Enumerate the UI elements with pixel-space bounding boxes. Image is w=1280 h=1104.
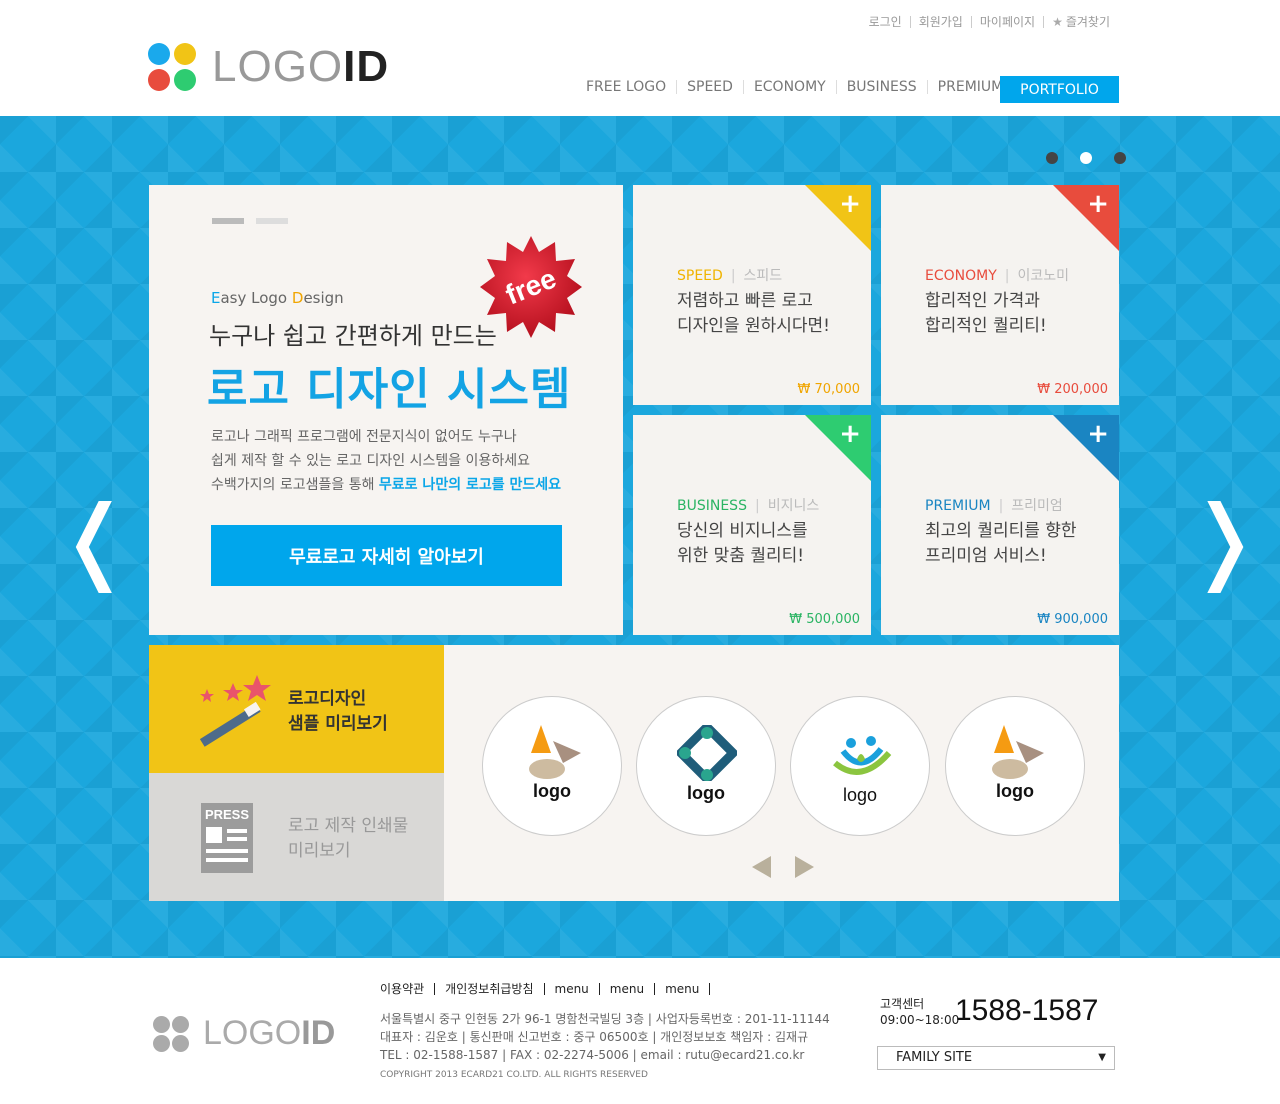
- footer-logo[interactable]: LOGOID: [153, 1014, 335, 1053]
- logo-sample-3[interactable]: logo: [790, 696, 930, 836]
- nav-business[interactable]: BUSINESS: [835, 80, 927, 94]
- bookmark-label: 즐겨찾기: [1065, 15, 1110, 29]
- bookmark-link[interactable]: ★ 즐겨찾기: [1043, 16, 1118, 28]
- card-business[interactable]: + BUSINESS | 비지니스 당신의 비지니스를 위한 맞춤 퀄리티! ₩ 50…: [633, 415, 871, 635]
- slide-dot-3[interactable]: [1114, 152, 1126, 164]
- slide-indicators: [1046, 152, 1126, 164]
- nav-free-logo[interactable]: FREE LOGO: [576, 80, 676, 94]
- footer-menu-link[interactable]: menu: [610, 983, 656, 995]
- nav-economy[interactable]: ECONOMY: [742, 80, 836, 94]
- footer-logo-mark-icon: [153, 1015, 189, 1052]
- logo-sample-4[interactable]: logo: [945, 696, 1085, 836]
- join-link[interactable]: 회원가입: [909, 16, 971, 28]
- carousel-next-icon[interactable]: [795, 856, 814, 878]
- footer-menu-link[interactable]: menu: [555, 983, 600, 995]
- mypage-link[interactable]: 마이페이지: [970, 16, 1043, 28]
- logo-sample-icon: [529, 725, 581, 779]
- logo-sample-1[interactable]: logo: [482, 696, 622, 836]
- card-price: ₩ 200,000: [1037, 382, 1108, 397]
- card-price: ₩ 70,000: [797, 382, 860, 397]
- press-icon: PRESS: [201, 803, 253, 873]
- card-speed[interactable]: + SPEED | 스피드 저렴하고 빠른 로고 디자인을 원하시다면! ₩ 70,0…: [633, 185, 871, 405]
- slide-dot-1[interactable]: [1046, 152, 1058, 164]
- site-header: 로그인 회원가입 마이페이지 ★ 즐겨찾기 LOGOID FREE LOGO SP…: [0, 0, 1280, 116]
- footer-links: 이용약관 개인정보취급방침 menu menu menu: [380, 983, 720, 995]
- footer-menu-link[interactable]: menu: [665, 983, 711, 995]
- logo-sample-icon: [677, 725, 737, 781]
- card-economy[interactable]: + ECONOMY | 이코노미 합리적인 가격과 합리적인 퀄리티! ₩ 200,0…: [881, 185, 1119, 405]
- prev-slide-icon[interactable]: ❬: [56, 494, 133, 586]
- hero-description: 로고나 그래픽 프로그램에 전문지식이 없어도 누구나 쉽게 제작 할 수 있는…: [211, 429, 561, 493]
- customer-center-label: 고객센터 09:00~18:00: [880, 997, 960, 1027]
- plus-icon[interactable]: +: [839, 419, 861, 449]
- nav-speed[interactable]: SPEED: [676, 80, 743, 94]
- logo-wordmark: LOGOID: [212, 42, 390, 91]
- logo-mark-icon: [148, 43, 196, 91]
- logo-sample-2[interactable]: logo: [636, 696, 776, 836]
- customer-center-phone: 1588-1587: [955, 994, 1099, 1027]
- privacy-link[interactable]: 개인정보취급방침: [445, 983, 545, 995]
- utility-links: 로그인 회원가입 마이페이지 ★ 즐겨찾기: [861, 16, 1118, 28]
- sample-preview-tab[interactable]: 로고디자인 샘플 미리보기: [149, 645, 444, 773]
- hero-eyebrow: Easy Logo Design: [211, 289, 344, 307]
- company-info: 서울특별시 중구 인현동 2가 96-1 명함천국빌딩 3층 | 사업자등록번호…: [380, 1012, 830, 1062]
- logo-sample-icon: [833, 736, 892, 775]
- free-badge-icon: free: [480, 236, 582, 338]
- site-logo[interactable]: LOGOID: [148, 42, 389, 92]
- site-footer: LOGOID 이용약관 개인정보취급방침 menu menu menu 서울특별…: [0, 958, 1280, 1104]
- next-slide-icon[interactable]: ❭: [1186, 494, 1263, 586]
- hero-subtitle: 누구나 쉽고 간편하게 만드는: [209, 322, 497, 350]
- carousel-prev-icon[interactable]: [752, 856, 771, 878]
- hero-pager-1[interactable]: [212, 218, 244, 224]
- family-site-select[interactable]: FAMILY SITE ▼: [877, 1046, 1115, 1070]
- star-icon: ★: [1052, 15, 1063, 29]
- print-preview-tab[interactable]: PRESS 로고 제작 인쇄물 미리보기: [149, 773, 444, 901]
- card-price: ₩ 900,000: [1037, 612, 1108, 627]
- terms-link[interactable]: 이용약관: [380, 983, 436, 995]
- plus-icon[interactable]: +: [839, 189, 861, 219]
- slide-dot-2[interactable]: [1080, 152, 1092, 164]
- portfolio-button[interactable]: PORTFOLIO: [1000, 76, 1119, 103]
- footer-logo-wordmark: LOGOID: [203, 1014, 336, 1052]
- copyright: COPYRIGHT 2013 ECARD21 CO.LTD. ALL RIGHT…: [380, 1070, 648, 1080]
- hero-title: 로고 디자인 시스템: [207, 364, 572, 415]
- hero-pager-2[interactable]: [256, 218, 288, 224]
- card-price: ₩ 500,000: [789, 612, 860, 627]
- hero-pager: [212, 218, 288, 224]
- logo-sample-icon: [992, 725, 1044, 779]
- caret-down-icon: ▼: [1098, 1052, 1106, 1063]
- plus-icon[interactable]: +: [1087, 419, 1109, 449]
- magic-wand-icon: [199, 675, 271, 747]
- login-link[interactable]: 로그인: [861, 16, 910, 28]
- free-logo-detail-button[interactable]: 무료로고 자세히 알아보기: [211, 525, 562, 586]
- card-premium[interactable]: + PREMIUM | 프리미엄 최고의 퀄리티를 향한 프리미엄 서비스! ₩ 90…: [881, 415, 1119, 635]
- main-nav: FREE LOGO SPEED ECONOMY BUSINESS PREMIUM: [576, 80, 1013, 94]
- plus-icon[interactable]: +: [1087, 189, 1109, 219]
